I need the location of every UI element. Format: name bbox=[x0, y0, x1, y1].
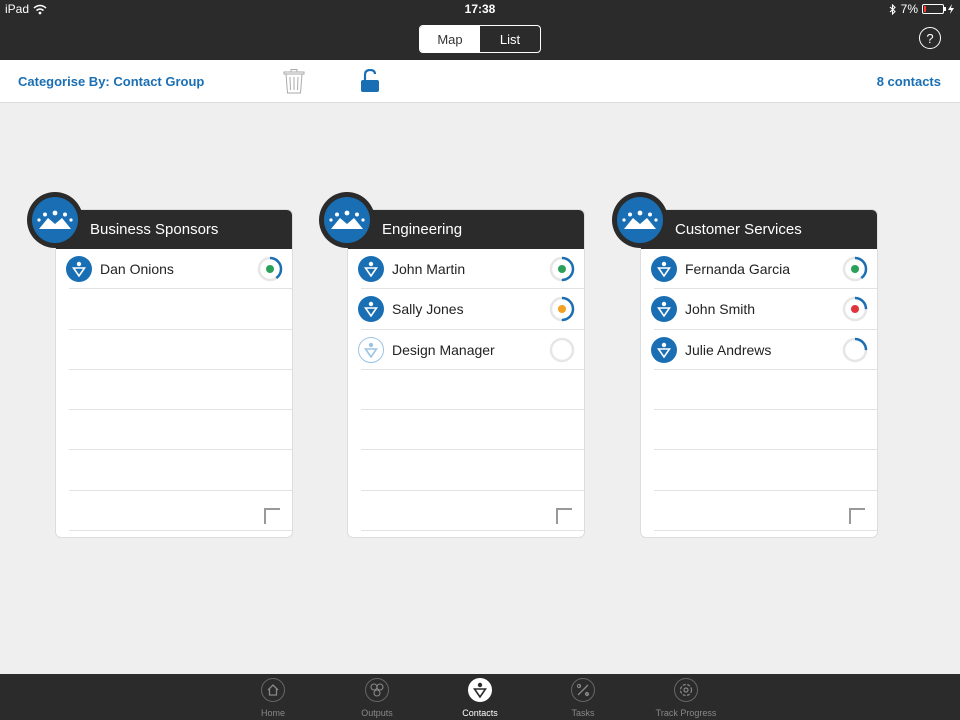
contact-name: Dan Onions bbox=[100, 261, 174, 277]
contact-row bbox=[69, 450, 292, 491]
tab-outputs[interactable]: Outputs bbox=[337, 678, 417, 718]
contact-row bbox=[69, 370, 292, 411]
tab-track-progress[interactable]: Track Progress bbox=[646, 678, 726, 718]
contact-row[interactable]: Dan Onions bbox=[66, 249, 292, 290]
group-badge bbox=[319, 192, 375, 248]
status-time: 17:38 bbox=[464, 2, 496, 16]
segment-map[interactable]: Map bbox=[420, 26, 480, 52]
resize-handle-icon[interactable] bbox=[264, 508, 280, 524]
contact-list: John Martin Sally Jones Design Manager bbox=[358, 249, 584, 532]
outputs-icon bbox=[365, 678, 389, 702]
contact-row[interactable]: Fernanda Garcia bbox=[651, 249, 877, 290]
contact-name: John Smith bbox=[685, 301, 756, 318]
group-card-business-sponsors: Business Sponsors Dan Onions bbox=[27, 192, 293, 538]
tab-label: Outputs bbox=[361, 708, 393, 718]
group-card-customer-services: Customer Services Fernanda Garcia John Sm… bbox=[612, 192, 878, 538]
card-body: Customer Services Fernanda Garcia John Sm… bbox=[640, 209, 878, 538]
card-header[interactable]: Engineering bbox=[348, 210, 584, 249]
contact-avatar-icon bbox=[358, 336, 384, 363]
resize-handle-icon[interactable] bbox=[556, 508, 572, 524]
card-header[interactable]: Business Sponsors bbox=[56, 210, 292, 249]
contact-row bbox=[69, 289, 292, 330]
status-bar: iPad 17:38 7% bbox=[0, 0, 960, 18]
group-title: Engineering bbox=[382, 221, 463, 238]
contact-row bbox=[69, 410, 292, 451]
contact-row bbox=[361, 410, 584, 451]
unlock-icon[interactable] bbox=[360, 69, 380, 93]
contact-row bbox=[654, 370, 877, 411]
battery-icon bbox=[922, 4, 946, 14]
contact-row bbox=[654, 450, 877, 491]
progress-ring-icon bbox=[549, 297, 575, 322]
home-icon bbox=[261, 678, 285, 702]
trash-icon[interactable] bbox=[283, 69, 305, 94]
contact-row[interactable]: Julie Andrews bbox=[651, 330, 877, 370]
contact-row[interactable]: John Smith bbox=[651, 289, 877, 330]
tab-label: Tasks bbox=[571, 708, 595, 718]
group-icon bbox=[617, 197, 663, 243]
group-badge bbox=[612, 192, 668, 248]
progress-ring-icon bbox=[842, 297, 868, 322]
contact-row bbox=[69, 330, 292, 370]
contact-row bbox=[654, 410, 877, 451]
progress-ring-icon bbox=[842, 337, 868, 362]
contact-avatar-icon bbox=[358, 296, 384, 323]
progress-ring-icon bbox=[257, 256, 283, 282]
bluetooth-icon bbox=[889, 3, 896, 15]
contact-row[interactable]: Design Manager bbox=[358, 330, 584, 370]
contact-row bbox=[654, 491, 877, 532]
contact-avatar-icon bbox=[66, 256, 92, 282]
contact-name: Sally Jones bbox=[392, 301, 464, 318]
contact-row[interactable]: Sally Jones bbox=[358, 289, 584, 330]
tab-tasks[interactable]: Tasks bbox=[543, 678, 623, 718]
contact-row bbox=[69, 491, 292, 532]
contact-avatar-icon bbox=[651, 256, 677, 282]
segment-list[interactable]: List bbox=[480, 26, 540, 52]
group-card-engineering: Engineering John Martin Sally Jones Design… bbox=[319, 192, 585, 538]
tab-home[interactable]: Home bbox=[233, 678, 313, 718]
contact-row bbox=[361, 450, 584, 491]
contact-avatar-icon bbox=[651, 336, 677, 363]
contact-count: 8 contacts bbox=[876, 74, 941, 89]
status-right: 7% bbox=[889, 2, 954, 16]
group-icon bbox=[324, 197, 370, 243]
progress-ring-icon bbox=[549, 337, 575, 362]
group-icon bbox=[32, 197, 78, 243]
top-bar: iPad 17:38 7% Map List ? bbox=[0, 0, 960, 60]
contact-avatar-icon bbox=[358, 256, 384, 282]
card-header[interactable]: Customer Services bbox=[641, 210, 877, 249]
group-title: Business Sponsors bbox=[90, 221, 219, 238]
contact-list: Fernanda Garcia John Smith Julie Andrews bbox=[651, 249, 877, 532]
tasks-icon bbox=[571, 678, 595, 702]
charging-icon bbox=[948, 4, 954, 14]
progress-ring-icon bbox=[549, 256, 575, 282]
contact-name: Fernanda Garcia bbox=[685, 261, 791, 277]
battery-percent: 7% bbox=[900, 2, 918, 16]
contact-row[interactable]: John Martin bbox=[358, 249, 584, 290]
contact-avatar-icon bbox=[651, 296, 677, 323]
tab-label: Contacts bbox=[462, 708, 498, 718]
tab-bar: Home Outputs Contacts Tasks Track Progress bbox=[0, 674, 960, 720]
group-title: Customer Services bbox=[675, 221, 802, 238]
contact-list: Dan Onions bbox=[66, 249, 292, 532]
contact-row bbox=[361, 370, 584, 411]
contact-name: John Martin bbox=[392, 261, 466, 277]
card-body: Engineering John Martin Sally Jones Design… bbox=[347, 209, 585, 538]
view-segmented-control: Map List bbox=[419, 25, 541, 53]
contact-name: Design Manager bbox=[392, 341, 495, 358]
contact-name: Julie Andrews bbox=[685, 341, 772, 358]
contact-row bbox=[361, 491, 584, 532]
group-badge bbox=[27, 192, 83, 248]
track-progress-icon bbox=[674, 678, 698, 702]
tab-label: Track Progress bbox=[655, 708, 717, 718]
resize-handle-icon[interactable] bbox=[849, 508, 865, 524]
toolbar: Categorise By: Contact Group 8 contacts bbox=[0, 60, 960, 103]
contacts-icon bbox=[468, 678, 492, 702]
help-button[interactable]: ? bbox=[919, 27, 941, 49]
card-body: Business Sponsors Dan Onions bbox=[55, 209, 293, 538]
progress-ring-icon bbox=[842, 256, 868, 282]
tab-contacts[interactable]: Contacts bbox=[440, 678, 520, 718]
tab-label: Home bbox=[260, 708, 285, 718]
categorise-by-button[interactable]: Categorise By: Contact Group bbox=[18, 74, 204, 89]
